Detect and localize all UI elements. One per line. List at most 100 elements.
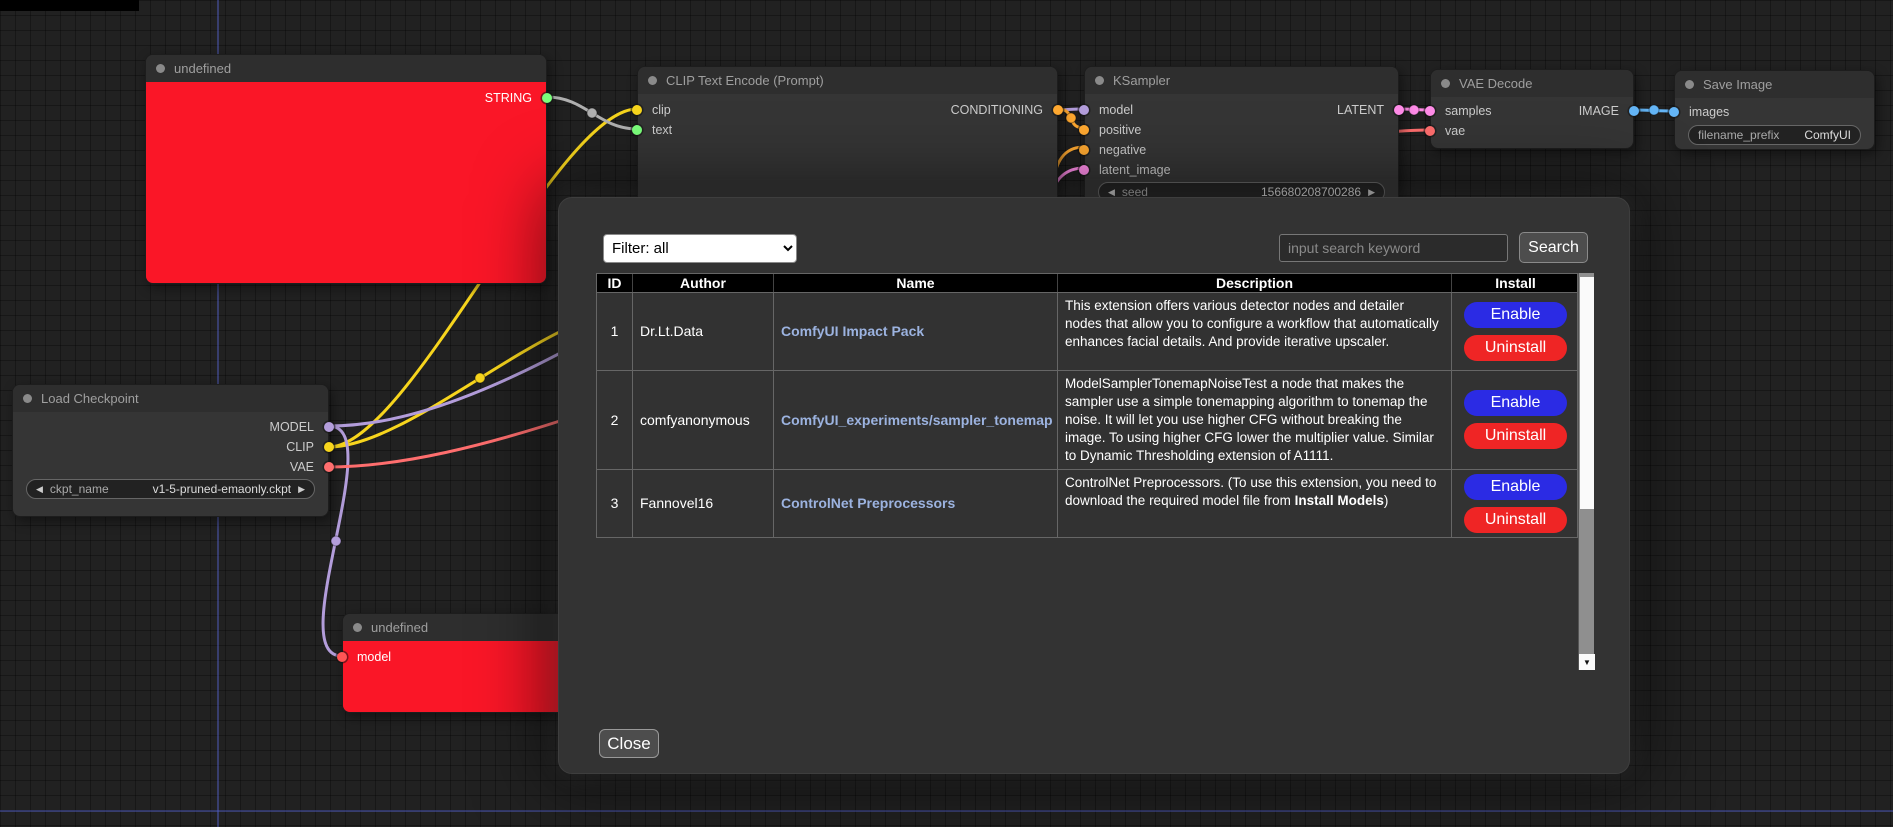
output-slot-model[interactable]	[324, 422, 334, 432]
input-slot-label: model	[357, 650, 391, 664]
description-cell: ControlNet Preprocessors. (To use this e…	[1058, 470, 1452, 537]
output-slot-latent[interactable]	[1394, 105, 1404, 115]
enable-button[interactable]: Enable	[1464, 390, 1567, 416]
input-slot-samples[interactable]	[1425, 106, 1435, 116]
extension-link[interactable]: ComfyUI_experiments/sampler_tonemap	[781, 411, 1053, 430]
enable-button[interactable]: Enable	[1464, 474, 1567, 500]
link-image-to-images	[1634, 110, 1674, 111]
collapse-dot-icon[interactable]	[1441, 79, 1450, 88]
error-node-body: STRING	[146, 82, 546, 283]
input-slot-negative[interactable]	[1079, 145, 1089, 155]
node-title: Load Checkpoint	[41, 391, 139, 406]
table-header-row: ID Author Name Description Install	[596, 273, 1578, 293]
node-title: VAE Decode	[1459, 76, 1532, 91]
collapse-dot-icon[interactable]	[1685, 80, 1694, 89]
uninstall-button[interactable]: Uninstall	[1464, 423, 1567, 449]
output-slot-clip[interactable]	[324, 442, 334, 452]
canvas-axis-horizontal	[0, 810, 1893, 812]
link-dot	[331, 536, 341, 546]
install-cell: Enable Uninstall	[1452, 371, 1579, 469]
column-header: ID	[597, 274, 633, 292]
enable-button[interactable]: Enable	[1464, 302, 1567, 328]
column-header: Name	[774, 274, 1058, 292]
name-cell: ControlNet Preprocessors	[774, 470, 1058, 537]
uninstall-button[interactable]: Uninstall	[1464, 335, 1567, 361]
input-slot-label: positive	[1099, 123, 1141, 137]
output-slot-image[interactable]	[1629, 106, 1639, 116]
node-undefined-top[interactable]: undefined STRING	[145, 54, 547, 284]
node-titlebar[interactable]: CLIP Text Encode (Prompt)	[638, 67, 1057, 94]
description-cell: This extension offers various detector n…	[1058, 293, 1452, 370]
arrow-left-icon[interactable]: ◀	[36, 485, 43, 494]
input-slot-positive[interactable]	[1079, 125, 1089, 135]
output-slot-label: MODEL	[270, 420, 314, 434]
extension-link[interactable]: ComfyUI Impact Pack	[781, 322, 924, 341]
arrow-left-icon[interactable]: ◀	[1108, 188, 1115, 197]
scrollbar-thumb[interactable]	[1580, 277, 1594, 509]
close-button[interactable]: Close	[599, 729, 659, 758]
collapse-dot-icon[interactable]	[156, 64, 165, 73]
arrow-right-icon[interactable]: ▶	[298, 485, 305, 494]
search-button[interactable]: Search	[1519, 232, 1588, 263]
collapse-dot-icon[interactable]	[1095, 76, 1104, 85]
node-vae-decode[interactable]: VAE Decode samples IMAGE vae	[1430, 69, 1634, 149]
output-slot-label: STRING	[485, 91, 532, 105]
widget-label: ckpt_name	[50, 482, 109, 496]
output-slot-conditioning[interactable]	[1053, 105, 1063, 115]
description-bold-text: Install Models	[1295, 493, 1384, 508]
input-slot-label: negative	[1099, 143, 1146, 157]
column-header: Description	[1058, 274, 1452, 292]
input-slot-text[interactable]	[632, 125, 642, 135]
ckpt-name-widget[interactable]: ◀ ckpt_name v1-5-pruned-emaonly.ckpt ▶	[26, 479, 315, 499]
collapse-dot-icon[interactable]	[23, 394, 32, 403]
output-slot-label: LATENT	[1337, 103, 1384, 117]
node-titlebar[interactable]: VAE Decode	[1431, 70, 1633, 97]
manager-dialog: Filter: all Search ID Author Name Descri…	[558, 197, 1630, 774]
scrollbar[interactable]: ▼	[1578, 273, 1594, 670]
input-slot-clip[interactable]	[632, 105, 642, 115]
column-header: Install	[1452, 274, 1579, 292]
node-load-checkpoint[interactable]: Load Checkpoint MODEL CLIP VAE ◀ ckpt_na…	[12, 384, 329, 517]
widget-value: ComfyUI	[1804, 128, 1851, 142]
arrow-right-icon[interactable]: ▶	[1368, 188, 1375, 197]
input-slot-label: latent_image	[1099, 163, 1171, 177]
node-titlebar[interactable]: undefined	[146, 55, 546, 82]
scroll-down-icon[interactable]: ▼	[1579, 654, 1595, 670]
table-row: 1 Dr.Lt.Data ComfyUI Impact Pack This ex…	[596, 293, 1578, 371]
output-slot-label: IMAGE	[1579, 104, 1619, 118]
input-slot-vae[interactable]	[1425, 126, 1435, 136]
node-title: KSampler	[1113, 73, 1170, 88]
node-save-image[interactable]: Save Image images filename_prefix ComfyU…	[1674, 70, 1875, 150]
collapse-dot-icon[interactable]	[353, 623, 362, 632]
node-title: Save Image	[1703, 77, 1772, 92]
output-slot-string[interactable]	[542, 93, 552, 103]
input-slot-label: vae	[1445, 124, 1465, 138]
input-slot-model[interactable]	[1079, 105, 1089, 115]
input-slot-model[interactable]	[337, 652, 347, 662]
id-cell: 2	[597, 371, 633, 469]
uninstall-button[interactable]: Uninstall	[1464, 507, 1567, 533]
id-cell: 1	[597, 293, 633, 370]
filter-select[interactable]: Filter: all	[603, 234, 797, 263]
table-row: 2 comfyanonymous ComfyUI_experiments/sam…	[596, 371, 1578, 470]
node-titlebar[interactable]: Save Image	[1675, 71, 1874, 98]
widget-label: filename_prefix	[1698, 128, 1779, 142]
input-slot-label: clip	[652, 103, 671, 117]
input-slot-latent-image[interactable]	[1079, 165, 1089, 175]
extension-link[interactable]: ControlNet Preprocessors	[781, 494, 955, 513]
input-slot-images[interactable]	[1669, 107, 1679, 117]
name-cell: ComfyUI_experiments/sampler_tonemap	[774, 371, 1058, 469]
search-input[interactable]	[1279, 234, 1508, 262]
table-row: 3 Fannovel16 ControlNet Preprocessors Co…	[596, 470, 1578, 538]
node-title: undefined	[174, 61, 231, 76]
canvas-corner-strip	[0, 0, 139, 11]
description-text: )	[1384, 493, 1389, 508]
node-titlebar[interactable]: KSampler	[1085, 67, 1398, 94]
output-slot-vae[interactable]	[324, 462, 334, 472]
filename-prefix-widget[interactable]: filename_prefix ComfyUI	[1688, 125, 1861, 145]
author-cell: Dr.Lt.Data	[633, 293, 774, 370]
name-cell: ComfyUI Impact Pack	[774, 293, 1058, 370]
node-titlebar[interactable]: Load Checkpoint	[13, 385, 328, 412]
collapse-dot-icon[interactable]	[648, 76, 657, 85]
extension-table: ID Author Name Description Install 1 Dr.…	[596, 273, 1578, 538]
